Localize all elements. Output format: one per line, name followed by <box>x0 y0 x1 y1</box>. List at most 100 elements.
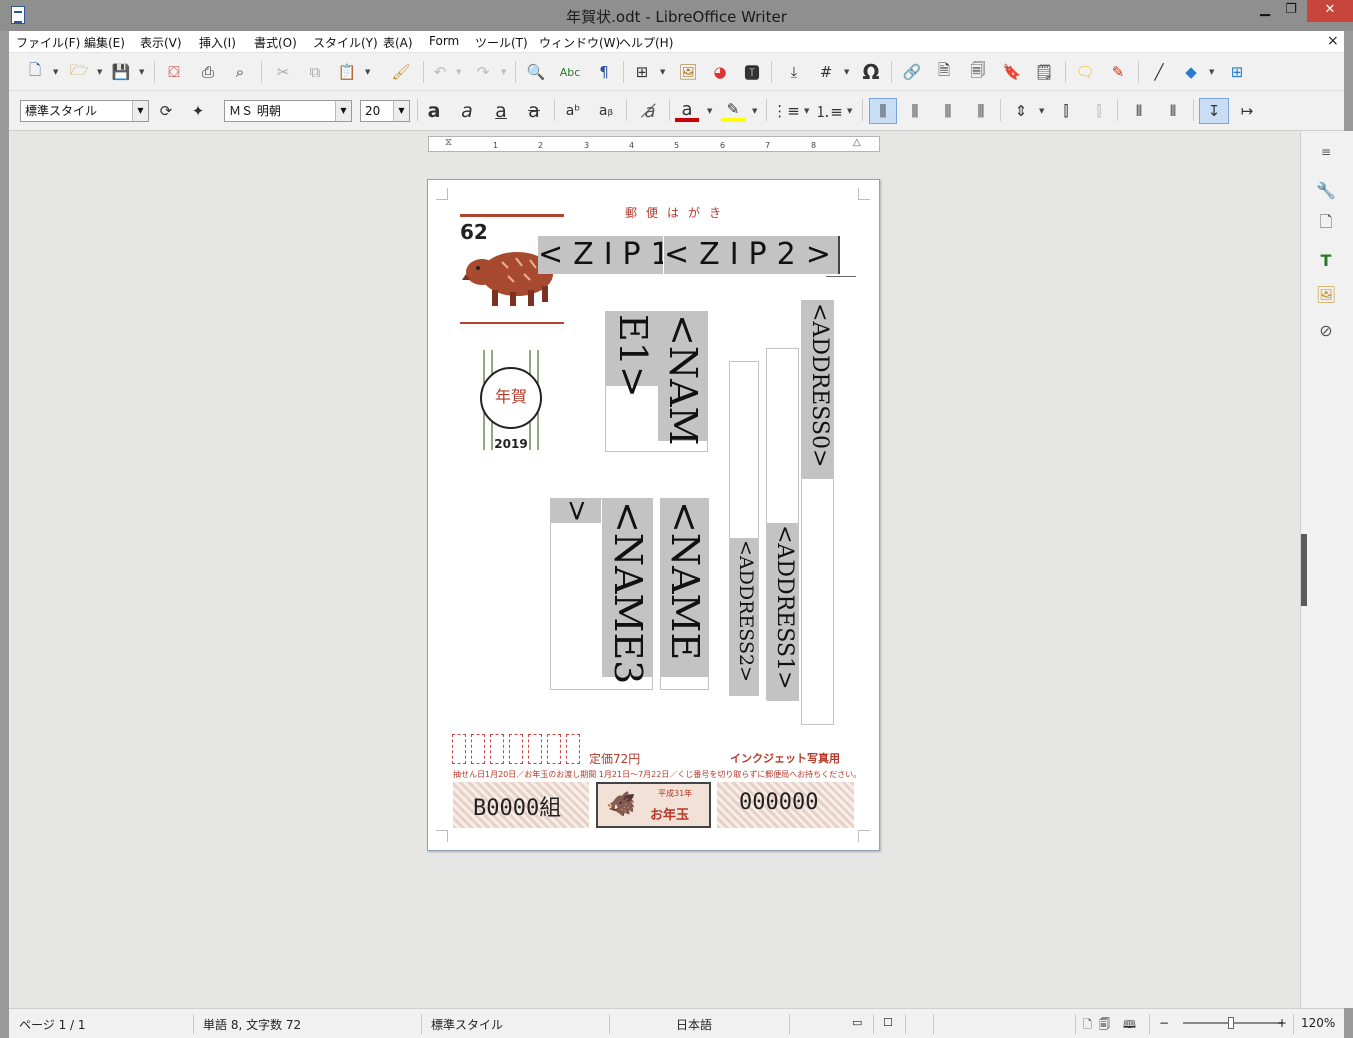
zoom-level[interactable]: 120% <box>1301 1016 1335 1030</box>
menu-edit[interactable]: 編集(E) <box>84 34 125 51</box>
menu-form[interactable]: Form <box>429 34 459 48</box>
horizontal-ruler[interactable]: ⧖ 1 2 3 4 5 6 7 8 △ <box>428 136 880 152</box>
chevron-down-icon[interactable]: ▼ <box>132 101 148 121</box>
name1-field[interactable]: <NAM <box>658 312 708 445</box>
sidebar-menu-icon[interactable]: ≡ <box>1311 137 1341 167</box>
insert-page-break-icon[interactable]: ⤓ <box>782 61 806 83</box>
page-icon[interactable]: 🗋 <box>1311 209 1341 239</box>
sidebar-collapse-handle[interactable] <box>1301 534 1307 606</box>
chevron-down-icon[interactable]: ▼ <box>139 68 144 76</box>
chevron-down-icon[interactable]: ▼ <box>752 107 757 115</box>
chevron-down-icon[interactable]: ▼ <box>501 68 506 76</box>
chevron-down-icon[interactable]: ▼ <box>393 101 409 121</box>
chevron-down-icon[interactable]: ▼ <box>804 107 809 115</box>
new-style-icon[interactable]: ✦ <box>186 100 210 122</box>
superscript-icon[interactable]: aᵇ <box>561 100 585 122</box>
special-character-icon[interactable]: Ω <box>859 60 883 84</box>
zoom-slider-handle[interactable] <box>1228 1017 1234 1029</box>
chevron-down-icon[interactable]: ▼ <box>335 101 351 121</box>
postcard-page[interactable]: 62 年賀 2019 郵便はがき <ZIP1> <ZIP2> <ADDRESS0… <box>427 179 880 851</box>
menu-file[interactable]: ファイル(F) <box>16 34 80 51</box>
menu-insert[interactable]: 挿入(I) <box>199 34 236 51</box>
name3-field[interactable]: <NAME3 <box>602 499 653 684</box>
chevron-down-icon[interactable]: ▼ <box>1209 68 1214 76</box>
track-changes-icon[interactable]: ✎ <box>1106 61 1130 83</box>
insert-chart-icon[interactable]: ◕ <box>708 61 732 83</box>
print-icon[interactable]: ⎙ <box>196 61 220 83</box>
save-icon[interactable]: 💾 <box>109 61 133 83</box>
menu-window[interactable]: ウィンドウ(W) <box>539 34 620 51</box>
menu-help[interactable]: ヘルプ(H) <box>619 34 673 51</box>
align-center-vertical-icon[interactable]: ⫼ <box>903 100 927 122</box>
redo-icon[interactable]: ↷ <box>471 61 495 83</box>
menu-format[interactable]: 書式(O) <box>254 34 297 51</box>
word-count[interactable]: 単語 8, 文字数 72 <box>203 1016 301 1033</box>
justify-vertical-icon[interactable]: ⫼ <box>969 100 993 122</box>
menu-view[interactable]: 表示(V) <box>140 34 182 51</box>
spelling-icon[interactable]: Abc <box>558 61 582 83</box>
chevron-down-icon[interactable]: ▼ <box>365 68 370 76</box>
insert-field-icon[interactable]: # <box>814 61 838 83</box>
insert-endnote-icon[interactable]: 🗐 <box>966 61 990 83</box>
insert-textbox-icon[interactable]: 🆃 <box>740 61 764 83</box>
subscript-icon[interactable]: aᵦ <box>594 100 618 122</box>
zoom-out-icon[interactable]: − <box>1159 1016 1169 1030</box>
chevron-down-icon[interactable]: ▼ <box>844 68 849 76</box>
multi-page-view-icon[interactable]: 🗐 <box>1099 1016 1110 1035</box>
undo-icon[interactable]: ↶ <box>428 61 452 83</box>
menu-table[interactable]: 表(A) <box>383 34 413 51</box>
print-preview-icon[interactable]: ⌕ <box>228 61 252 83</box>
name3-overflow-field[interactable]: > <box>551 499 601 523</box>
increase-paragraph-spacing-icon[interactable]: ⫿ <box>1054 100 1078 122</box>
insert-table-icon[interactable]: ⊞ <box>630 61 654 83</box>
chevron-down-icon[interactable]: ▼ <box>53 68 58 76</box>
show-draw-functions-icon[interactable]: ⊞ <box>1225 61 1249 83</box>
book-view-icon[interactable]: 🕮 <box>1123 1016 1136 1035</box>
navigator-icon[interactable]: ⊘ <box>1311 315 1341 345</box>
new-document-icon[interactable]: 🗋 <box>23 61 47 83</box>
zip1-field[interactable]: <ZIP1> <box>538 236 663 274</box>
right-indent-marker-icon[interactable]: △ <box>853 137 861 148</box>
chevron-down-icon[interactable]: ▼ <box>97 68 102 76</box>
paste-icon[interactable]: 📋 <box>335 61 359 83</box>
find-replace-icon[interactable]: 🔍 <box>524 61 548 83</box>
chevron-down-icon[interactable]: ▼ <box>660 68 665 76</box>
italic-icon[interactable]: a <box>455 100 479 122</box>
insert-bookmark-icon[interactable]: 🔖 <box>1000 61 1024 83</box>
chevron-down-icon[interactable]: ▼ <box>1039 107 1044 115</box>
align-top-icon[interactable]: ⫼ <box>869 98 897 124</box>
clone-formatting-icon[interactable]: 🖌 <box>389 61 413 83</box>
menu-tools[interactable]: ツール(T) <box>475 34 528 51</box>
styles-icon[interactable]: T <box>1311 245 1341 275</box>
copy-icon[interactable]: ⧉ <box>303 61 327 83</box>
ordered-list-icon[interactable]: ⒈≡ <box>815 100 843 122</box>
clear-formatting-icon[interactable]: a̸ <box>638 100 662 122</box>
name2-field[interactable]: <NAME <box>661 499 709 677</box>
left-indent-marker-icon[interactable]: ⧖ <box>445 137 452 148</box>
font-color-icon[interactable]: a <box>675 99 699 122</box>
close-document-icon[interactable]: × <box>1327 33 1339 49</box>
align-bottom-icon[interactable]: ⫼ <box>936 100 960 122</box>
cut-icon[interactable]: ✂ <box>271 61 295 83</box>
selection-mode-icon[interactable]: ▭ <box>852 1016 862 1029</box>
page-count[interactable]: ページ 1 / 1 <box>19 1016 86 1033</box>
insert-line-icon[interactable]: ╱ <box>1147 61 1171 83</box>
insert-image-icon[interactable]: 🖼 <box>676 61 700 83</box>
line-spacing-icon[interactable]: ⇕ <box>1009 100 1033 122</box>
chevron-down-icon[interactable]: ▼ <box>456 68 461 76</box>
update-style-icon[interactable]: ⟳ <box>154 100 178 122</box>
increase-indent-icon[interactable]: ⫴ <box>1127 100 1151 122</box>
font-size-select[interactable]: 20 ▼ <box>360 100 410 122</box>
decrease-indent-icon[interactable]: ⫴ <box>1161 100 1185 122</box>
strikethrough-icon[interactable]: a <box>522 100 546 122</box>
basic-shapes-icon[interactable]: ◆ <box>1179 61 1203 83</box>
bold-icon[interactable]: a <box>422 100 446 122</box>
insert-comment-icon[interactable]: 🗨 <box>1073 61 1097 83</box>
maximize-button[interactable]: ❐ <box>1276 0 1306 22</box>
decrease-paragraph-spacing-icon[interactable]: ⫿ <box>1087 100 1111 122</box>
menu-styles[interactable]: スタイル(Y) <box>313 34 378 51</box>
text-direction-left-to-right-icon[interactable]: ↦ <box>1235 100 1259 122</box>
close-button[interactable]: ✕ <box>1307 0 1353 22</box>
single-page-view-icon[interactable]: 🗋 <box>1083 1016 1092 1035</box>
address2-field[interactable]: <ADDRESS2> <box>730 538 758 696</box>
